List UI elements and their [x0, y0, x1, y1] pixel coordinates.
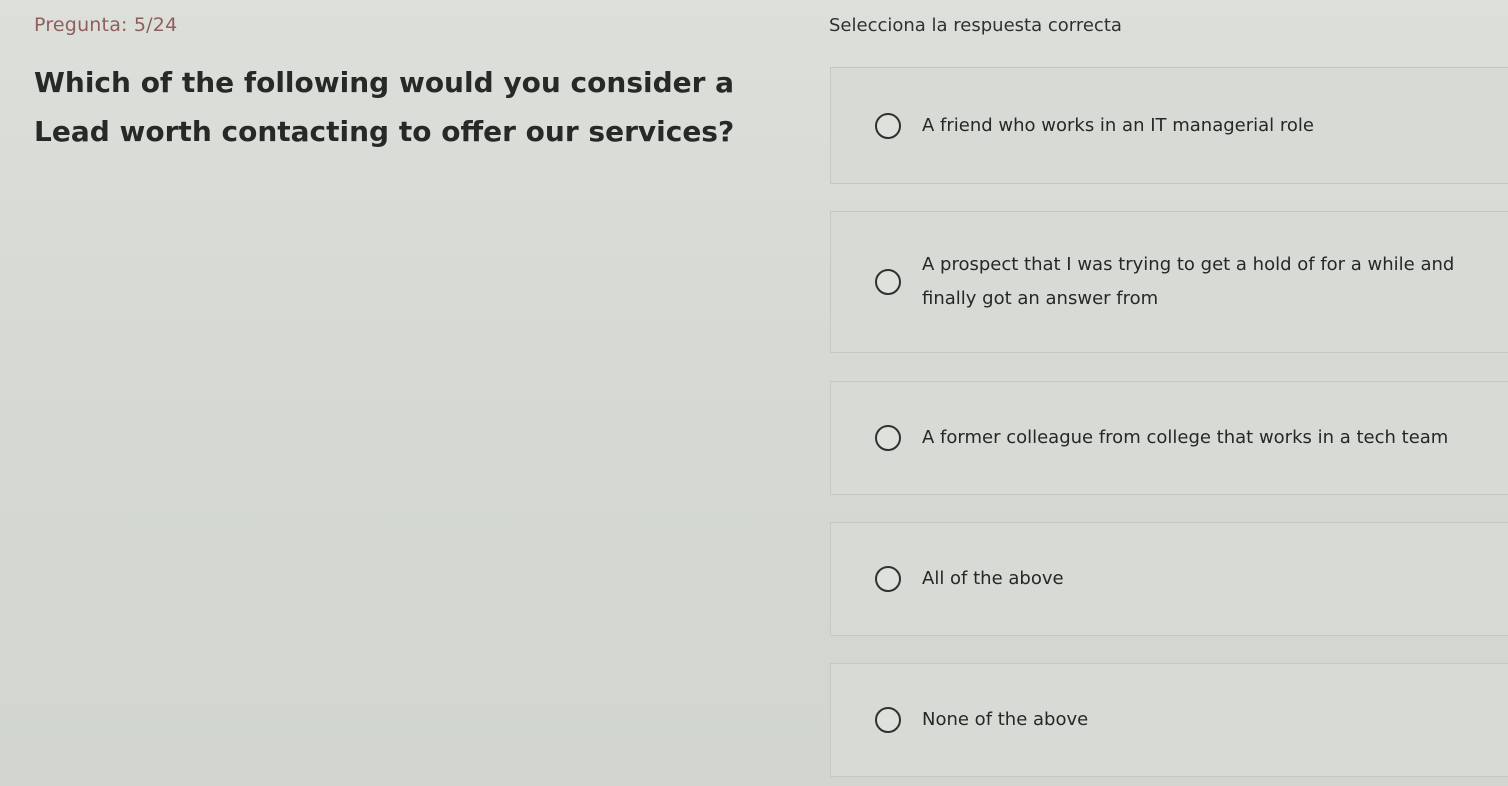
answer-option-label: None of the above — [922, 709, 1089, 730]
radio-button[interactable] — [875, 707, 901, 733]
answer-option-label: A friend who works in an IT managerial r… — [922, 114, 1314, 136]
radio-button[interactable] — [875, 566, 901, 592]
answer-option-4[interactable]: All of the above — [830, 522, 1508, 636]
answer-option-label: A prospect that I was trying to get a ho… — [922, 254, 1455, 309]
answer-option-5[interactable]: None of the above — [830, 663, 1508, 777]
answer-option-label: All of the above — [922, 568, 1064, 589]
radio-button[interactable] — [875, 425, 901, 451]
quiz-page: Pregunta: 5/24 Selecciona la respuesta c… — [0, 0, 1508, 786]
radio-button[interactable] — [875, 112, 901, 139]
answer-option-2[interactable]: A prospect that I was trying to get a ho… — [830, 211, 1508, 353]
answer-option-3[interactable]: A former colleague from college that wor… — [830, 381, 1508, 495]
answer-option-label: A former colleague from college that wor… — [922, 427, 1449, 448]
answer-option-1[interactable]: A friend who works in an IT managerial r… — [830, 67, 1508, 184]
question-text: Which of the following would you conside… — [34, 66, 735, 148]
instruction-text: Selecciona la respuesta correcta — [829, 15, 1122, 36]
radio-button[interactable] — [875, 269, 901, 295]
question-counter: Pregunta: 5/24 — [34, 14, 178, 36]
